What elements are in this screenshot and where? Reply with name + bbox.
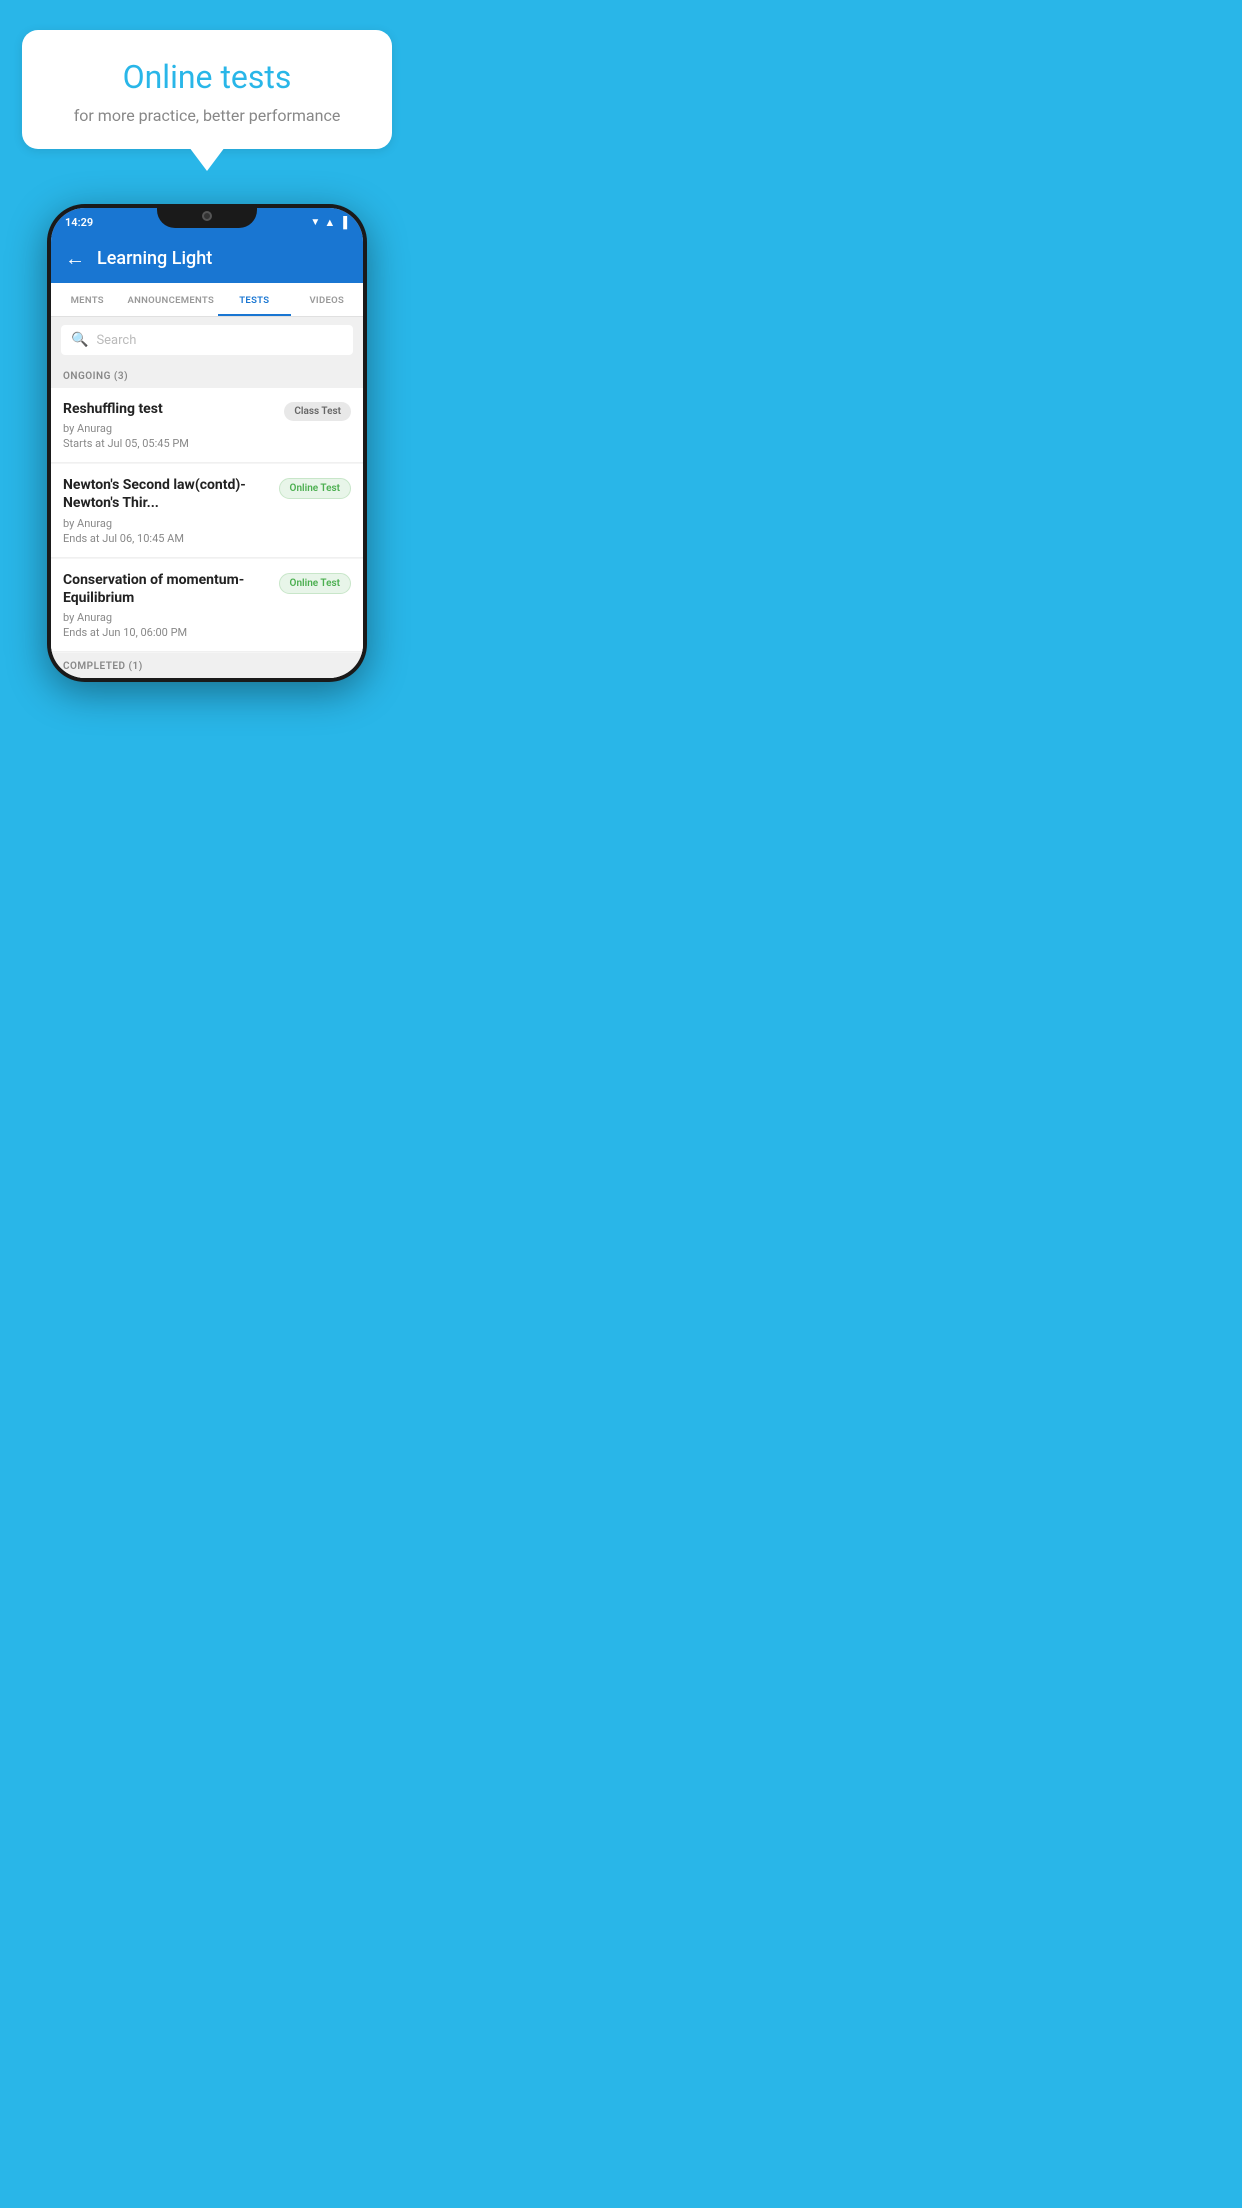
test-card-1[interactable]: Reshuffling test by Anurag Starts at Jul…: [51, 388, 363, 463]
signal-icon: ▲: [324, 216, 335, 229]
phone-notch: [157, 204, 257, 228]
status-icons: ▼ ▲ ▐: [310, 216, 347, 229]
wifi-icon: ▼: [310, 217, 320, 228]
phone-camera: [202, 211, 212, 221]
bubble-subtitle: for more practice, better performance: [52, 106, 362, 125]
test-title-1: Reshuffling test: [63, 400, 276, 418]
bubble-title: Online tests: [52, 58, 362, 96]
search-container: 🔍 Search: [51, 317, 363, 363]
test-author-2: by Anurag: [63, 517, 271, 530]
speech-bubble: Online tests for more practice, better p…: [22, 30, 392, 149]
test-author-1: by Anurag: [63, 422, 276, 435]
test-time-1: Starts at Jul 05, 05:45 PM: [63, 437, 276, 450]
test-card-3[interactable]: Conservation of momentum-Equilibrium by …: [51, 559, 363, 652]
tabs-bar: MENTS ANNOUNCEMENTS TESTS VIDEOS: [51, 283, 363, 317]
tab-tests[interactable]: TESTS: [218, 283, 290, 316]
tab-videos[interactable]: VIDEOS: [291, 283, 363, 316]
battery-icon: ▐: [339, 216, 347, 229]
test-badge-2: Online Test: [279, 478, 351, 499]
test-card-2[interactable]: Newton's Second law(contd)-Newton's Thir…: [51, 464, 363, 557]
content-area: ONGOING (3) Reshuffling test by Anurag S…: [51, 363, 363, 678]
test-author-3: by Anurag: [63, 611, 271, 624]
phone-screen: 14:29 ▼ ▲ ▐ ← Learning Light MENTS ANNOU…: [51, 208, 363, 678]
test-info-2: Newton's Second law(contd)-Newton's Thir…: [63, 476, 279, 544]
test-title-3: Conservation of momentum-Equilibrium: [63, 571, 271, 607]
phone-frame: 14:29 ▼ ▲ ▐ ← Learning Light MENTS ANNOU…: [47, 204, 367, 682]
app-title: Learning Light: [97, 248, 212, 269]
tab-ments[interactable]: MENTS: [51, 283, 123, 316]
tab-announcements[interactable]: ANNOUNCEMENTS: [123, 283, 218, 316]
test-badge-3: Online Test: [279, 573, 351, 594]
test-info-3: Conservation of momentum-Equilibrium by …: [63, 571, 279, 639]
app-header: ← Learning Light: [51, 236, 363, 283]
search-input[interactable]: Search: [96, 333, 136, 348]
test-title-2: Newton's Second law(contd)-Newton's Thir…: [63, 476, 271, 512]
test-badge-1: Class Test: [284, 402, 351, 421]
test-time-3: Ends at Jun 10, 06:00 PM: [63, 626, 271, 639]
search-icon: 🔍: [71, 332, 88, 348]
back-button[interactable]: ←: [65, 246, 85, 271]
completed-section-header: COMPLETED (1): [51, 653, 363, 678]
ongoing-section-header: ONGOING (3): [51, 363, 363, 388]
test-time-2: Ends at Jul 06, 10:45 AM: [63, 532, 271, 545]
phone-mockup: 14:29 ▼ ▲ ▐ ← Learning Light MENTS ANNOU…: [47, 204, 367, 682]
search-box[interactable]: 🔍 Search: [61, 325, 353, 355]
status-time: 14:29: [65, 216, 93, 229]
speech-bubble-container: Online tests for more practice, better p…: [0, 0, 414, 149]
test-info-1: Reshuffling test by Anurag Starts at Jul…: [63, 400, 284, 450]
